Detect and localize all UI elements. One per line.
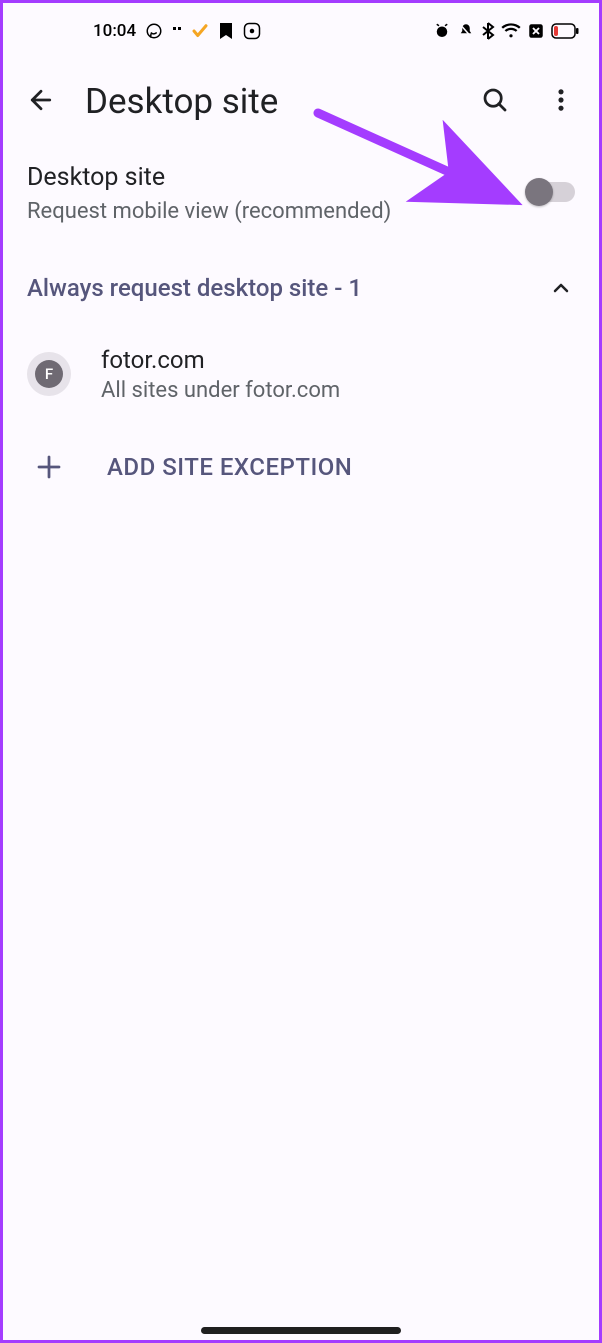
mute-icon: [457, 22, 475, 40]
section-title: Always request desktop site - 1: [27, 274, 547, 302]
site-exception-item[interactable]: F fotor.com All sites under fotor.com: [3, 326, 599, 423]
app-circle-icon: [243, 22, 261, 40]
favicon-letter: F: [35, 360, 63, 388]
toggle-thumb: [525, 178, 553, 206]
bluetooth-icon: [481, 22, 495, 40]
battery-low-icon: [551, 23, 579, 39]
back-button[interactable]: [13, 73, 69, 129]
status-left: 10:04: [93, 21, 261, 41]
desktop-site-toggle[interactable]: [527, 182, 575, 202]
search-button[interactable]: [467, 73, 523, 129]
add-exception-label: ADD SITE EXCEPTION: [107, 453, 352, 481]
desktop-site-setting[interactable]: Desktop site Request mobile view (recomm…: [3, 143, 599, 250]
no-sim-icon: [527, 22, 545, 40]
site-favicon: F: [27, 352, 71, 396]
status-time: 10:04: [93, 21, 136, 41]
plus-icon: [33, 451, 65, 483]
setting-subtitle: Request mobile view (recommended): [27, 199, 527, 224]
chevron-up-icon: [547, 274, 575, 302]
setting-text: Desktop site Request mobile view (recomm…: [27, 161, 527, 224]
back-arrow-icon: [26, 85, 56, 118]
whatsapp-icon: [145, 22, 163, 40]
bookmark-icon: [218, 22, 234, 40]
nav-bar-handle[interactable]: [201, 1327, 401, 1334]
page-title: Desktop site: [79, 81, 457, 122]
wifi-icon: [501, 23, 521, 39]
site-sub: All sites under fotor.com: [101, 378, 340, 403]
site-text: fotor.com All sites under fotor.com: [101, 346, 340, 403]
app-header: Desktop site: [3, 59, 599, 143]
site-name: fotor.com: [101, 346, 340, 374]
status-right: [433, 22, 579, 40]
status-bar: 10:04: [3, 3, 599, 59]
setting-title: Desktop site: [27, 161, 527, 195]
exceptions-section-header[interactable]: Always request desktop site - 1: [3, 250, 599, 326]
status-dot-icon: [172, 26, 182, 36]
more-vert-icon: [547, 86, 575, 117]
check-icon: [191, 22, 209, 40]
alarm-icon: [433, 22, 451, 40]
search-icon: [480, 85, 510, 118]
add-site-exception[interactable]: ADD SITE EXCEPTION: [3, 423, 599, 511]
more-button[interactable]: [533, 73, 589, 129]
